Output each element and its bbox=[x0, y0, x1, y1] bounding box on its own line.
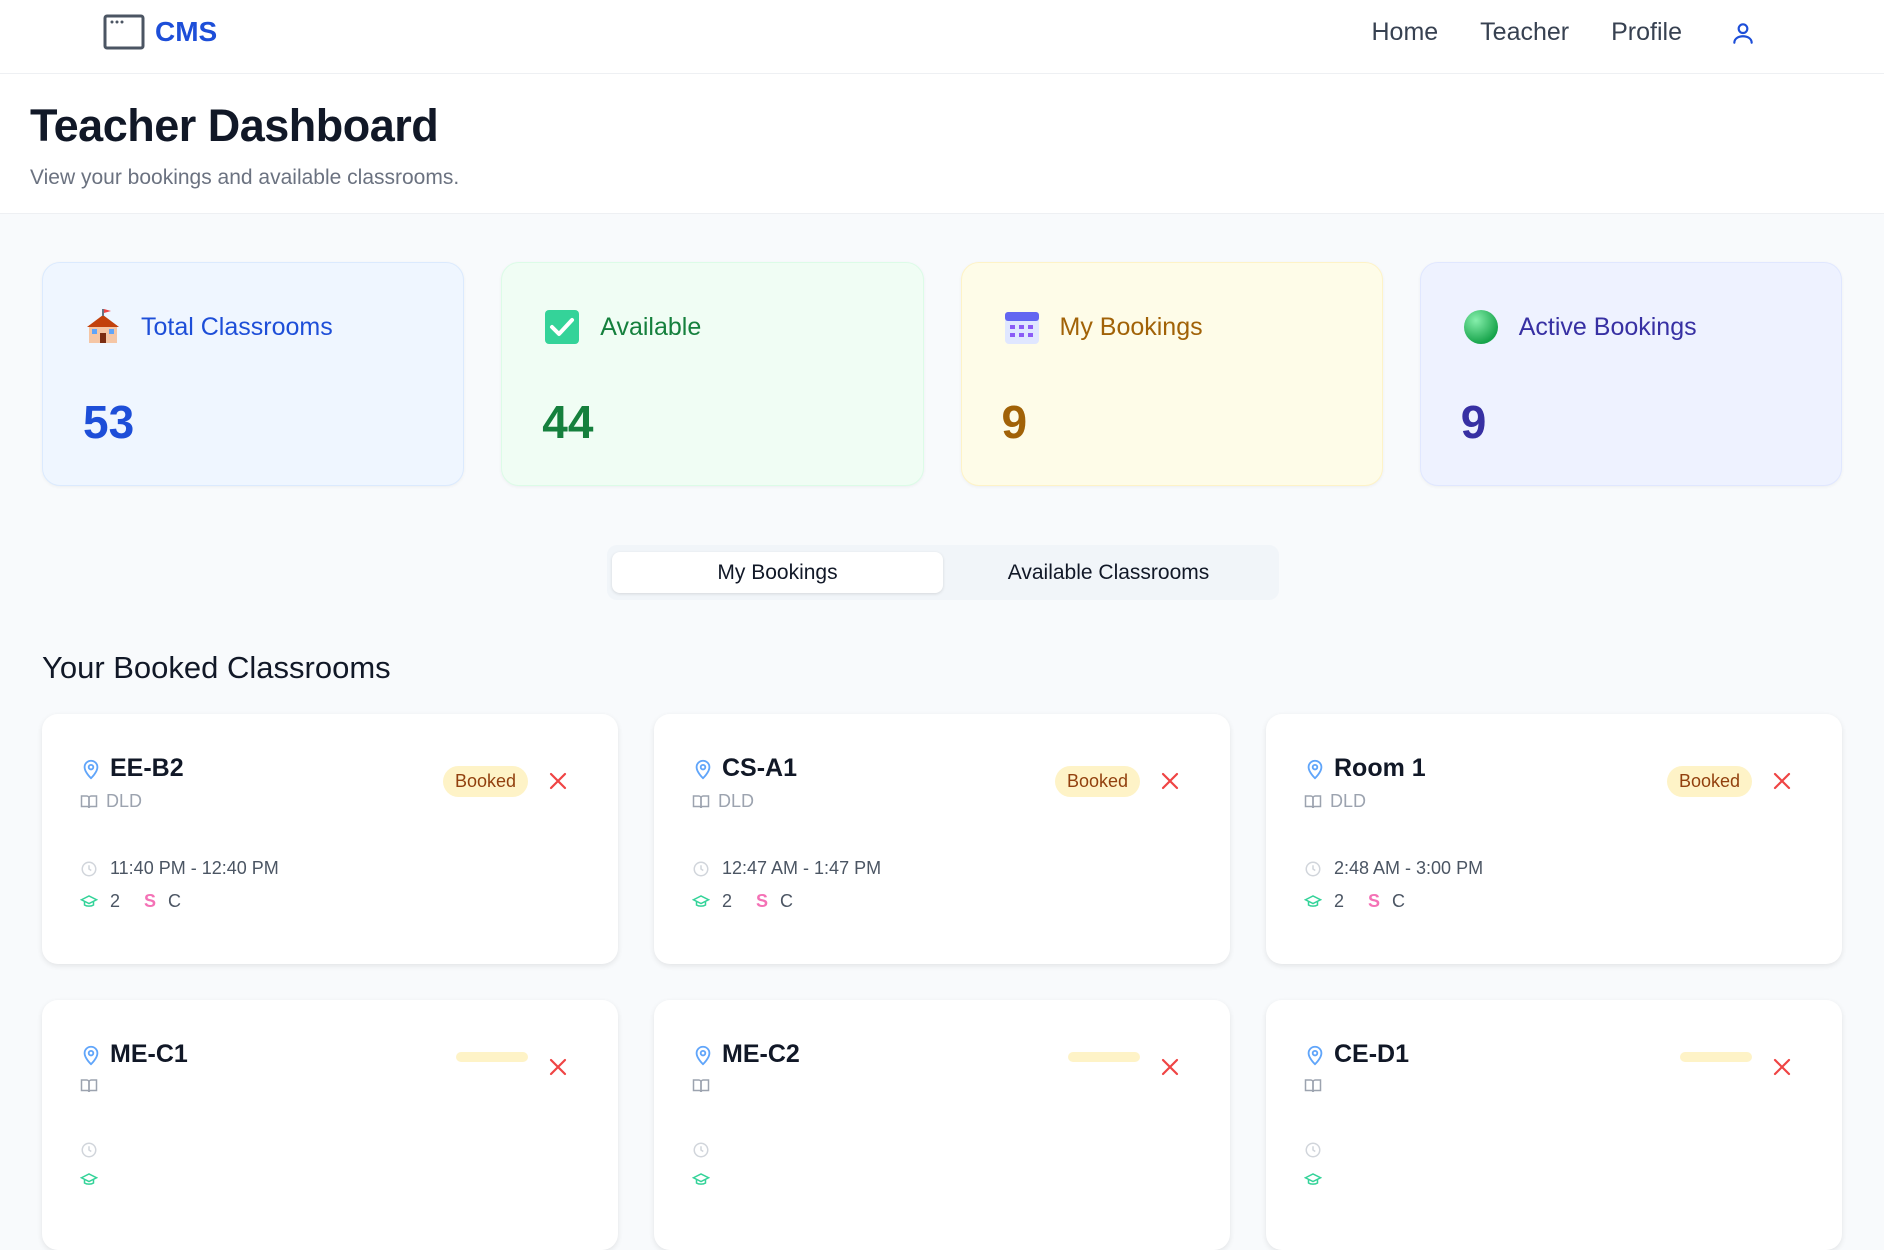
map-pin-icon bbox=[695, 759, 711, 779]
stat-label: Available bbox=[600, 312, 702, 341]
stat-card-active-bookings: Active Bookings 9 bbox=[1419, 262, 1842, 486]
map-pin-icon bbox=[83, 759, 99, 779]
brand-name: CMS bbox=[155, 16, 218, 47]
section-value: C bbox=[168, 891, 182, 911]
section-value: C bbox=[1392, 891, 1406, 911]
booking-card: CS-A1 DLD Booked 12:47 AM - 1:47 PM 2 S … bbox=[654, 714, 1230, 964]
booking-card: EE-B2 DLD Booked 11:40 PM - 12:40 PM 2 S… bbox=[42, 714, 618, 964]
booking-card: ME-C2 bbox=[654, 1000, 1230, 1250]
nav-teacher-link[interactable]: Teacher bbox=[1480, 18, 1569, 47]
page-title: Teacher Dashboard bbox=[30, 100, 439, 151]
stat-value: 9 bbox=[1001, 396, 1028, 448]
book-icon bbox=[80, 1079, 98, 1093]
stat-value: 53 bbox=[83, 396, 135, 448]
window-icon bbox=[103, 14, 145, 50]
check-box-icon bbox=[545, 310, 580, 344]
book-icon bbox=[80, 794, 98, 808]
book-icon bbox=[692, 1079, 710, 1093]
page-header: Teacher Dashboard View your bookings and… bbox=[0, 74, 1884, 214]
stat-value: 44 bbox=[542, 396, 594, 448]
subject-name: DLD bbox=[718, 791, 755, 811]
semester-value: 2 bbox=[1334, 891, 1345, 911]
room-name: ME-C2 bbox=[722, 1040, 800, 1068]
map-pin-icon bbox=[83, 1045, 99, 1065]
tab-my-bookings[interactable]: My Bookings bbox=[612, 552, 943, 593]
booking-cards-grid: EE-B2 DLD Booked 11:40 PM - 12:40 PM 2 S… bbox=[42, 714, 1842, 1250]
status-badge: Booked bbox=[1666, 766, 1752, 797]
booking-time: 11:40 PM - 12:40 PM bbox=[110, 858, 279, 878]
top-navbar: CMS Home Teacher Profile bbox=[0, 0, 1884, 74]
book-icon bbox=[692, 794, 710, 808]
stat-label: Total Classrooms bbox=[141, 312, 333, 341]
green-circle-icon bbox=[1463, 310, 1498, 344]
tab-switcher: My Bookings Available Classrooms bbox=[607, 545, 1279, 600]
graduation-cap-icon bbox=[80, 894, 98, 907]
room-name: CS-A1 bbox=[722, 754, 798, 782]
cancel-booking-icon[interactable] bbox=[546, 769, 570, 793]
tab-available-classrooms[interactable]: Available Classrooms bbox=[943, 552, 1274, 593]
stat-card-total-classrooms: Total Classrooms 53 bbox=[42, 262, 465, 486]
section-value: C bbox=[780, 891, 794, 911]
nav-profile-link[interactable]: Profile bbox=[1611, 18, 1682, 47]
clock-icon bbox=[1305, 1142, 1321, 1158]
subject-name: DLD bbox=[106, 791, 143, 811]
map-pin-icon bbox=[1307, 1045, 1323, 1065]
map-pin-icon bbox=[695, 1045, 711, 1065]
stat-label: My Bookings bbox=[1059, 312, 1203, 341]
room-name: ME-C1 bbox=[110, 1040, 188, 1068]
brand-logo[interactable]: CMS bbox=[103, 14, 217, 50]
nav-home-link[interactable]: Home bbox=[1371, 18, 1438, 47]
graduation-cap-icon bbox=[692, 894, 710, 907]
graduation-cap-icon bbox=[80, 1173, 98, 1185]
clock-icon bbox=[81, 1142, 97, 1158]
cancel-booking-icon[interactable] bbox=[1158, 769, 1182, 793]
user-icon[interactable] bbox=[1730, 20, 1756, 46]
stat-label: Active Bookings bbox=[1518, 312, 1697, 341]
status-badge: Booked bbox=[442, 766, 528, 797]
graduation-cap-icon bbox=[1304, 894, 1322, 907]
room-name: EE-B2 bbox=[110, 754, 184, 782]
clock-icon bbox=[81, 861, 97, 876]
graduation-cap-icon bbox=[1304, 1173, 1322, 1185]
section-icon: S bbox=[1368, 891, 1381, 911]
section-title: Your Booked Classrooms bbox=[42, 650, 391, 685]
status-badge bbox=[456, 1052, 528, 1062]
subject-name: DLD bbox=[1330, 791, 1367, 811]
section-icon: S bbox=[144, 891, 157, 911]
booking-card: Room 1 DLD Booked 2:48 AM - 3:00 PM 2 S … bbox=[1266, 714, 1842, 964]
cancel-booking-icon[interactable] bbox=[1770, 769, 1794, 793]
clock-icon bbox=[693, 1142, 709, 1158]
stats-row: Total Classrooms 53 Available 44 My Book… bbox=[0, 214, 1884, 486]
status-badge bbox=[1068, 1052, 1140, 1062]
stat-card-my-bookings: My Bookings 9 bbox=[960, 262, 1383, 486]
booking-card: CE-D1 bbox=[1266, 1000, 1842, 1250]
cancel-booking-icon[interactable] bbox=[1770, 1055, 1794, 1079]
cancel-booking-icon[interactable] bbox=[1158, 1055, 1182, 1079]
graduation-cap-icon bbox=[692, 1173, 710, 1185]
booking-time: 12:47 AM - 1:47 PM bbox=[722, 858, 882, 878]
school-icon bbox=[87, 309, 119, 343]
clock-icon bbox=[693, 861, 709, 876]
stat-value: 9 bbox=[1460, 396, 1487, 448]
clock-icon bbox=[1305, 861, 1321, 876]
calendar-icon bbox=[1004, 312, 1039, 344]
booking-card: ME-C1 bbox=[42, 1000, 618, 1250]
room-name: Room 1 bbox=[1334, 754, 1426, 782]
cancel-booking-icon[interactable] bbox=[546, 1055, 570, 1079]
status-badge: Booked bbox=[1054, 766, 1140, 797]
semester-value: 2 bbox=[110, 891, 121, 911]
semester-value: 2 bbox=[722, 891, 733, 911]
page-subtitle: View your bookings and available classro… bbox=[30, 166, 460, 189]
status-badge bbox=[1680, 1052, 1752, 1062]
section-icon: S bbox=[756, 891, 769, 911]
map-pin-icon bbox=[1307, 759, 1323, 779]
booking-time: 2:48 AM - 3:00 PM bbox=[1334, 858, 1484, 878]
stat-card-available: Available 44 bbox=[501, 262, 924, 486]
book-icon bbox=[1304, 794, 1322, 808]
room-name: CE-D1 bbox=[1334, 1040, 1410, 1068]
book-icon bbox=[1304, 1079, 1322, 1093]
